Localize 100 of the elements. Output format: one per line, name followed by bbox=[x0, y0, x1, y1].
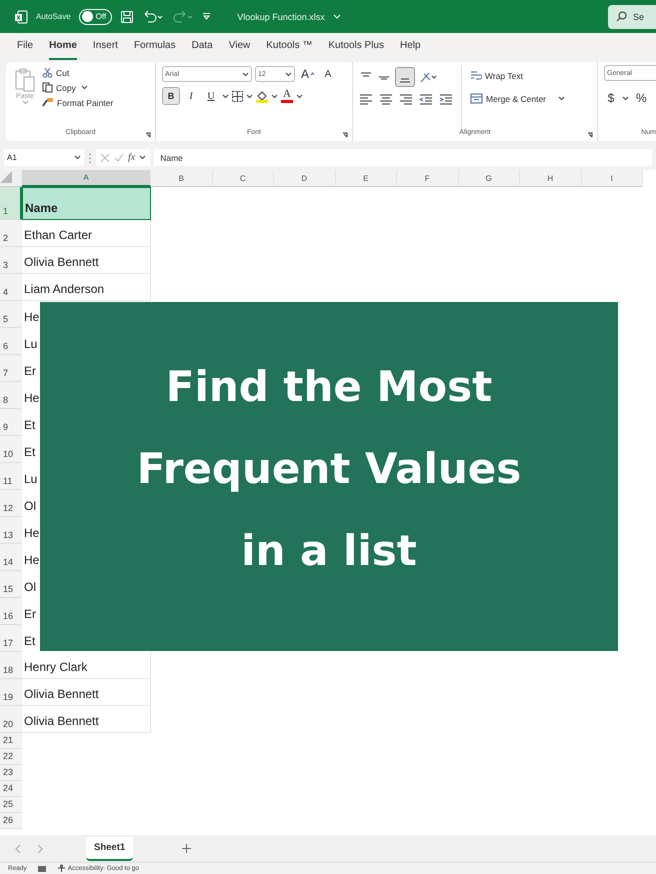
dialog-launcher-icon[interactable] bbox=[145, 132, 151, 138]
row-header[interactable]: 20 bbox=[0, 706, 22, 733]
table-cell[interactable]: Olivia Bennett bbox=[22, 706, 151, 733]
table-cell[interactable]: Er bbox=[24, 607, 36, 621]
file-name[interactable]: Vlookup Function.xlsx bbox=[237, 12, 325, 22]
row-header[interactable]: 12 bbox=[0, 490, 22, 517]
format-painter-button[interactable]: Format Painter bbox=[42, 97, 114, 108]
table-cell[interactable]: Lu bbox=[24, 472, 38, 486]
table-cell[interactable]: Name bbox=[22, 187, 151, 220]
decrease-indent-icon[interactable] bbox=[419, 93, 433, 105]
dropdown-caret-icon[interactable] bbox=[74, 155, 81, 160]
table-cell[interactable]: Olivia Bennett bbox=[22, 247, 151, 274]
column-header[interactable]: F bbox=[397, 170, 458, 187]
caret-icon[interactable] bbox=[558, 96, 565, 101]
merge-center-button[interactable]: Merge & Center bbox=[470, 93, 546, 104]
menu-tab[interactable]: Kutools ™ bbox=[266, 33, 320, 60]
row-header[interactable]: 21 bbox=[0, 733, 22, 749]
row-header[interactable]: 11 bbox=[0, 463, 22, 490]
column-header[interactable]: D bbox=[274, 170, 336, 187]
menu-tab[interactable]: Data bbox=[192, 33, 221, 60]
caret-icon[interactable] bbox=[622, 96, 629, 100]
increase-indent-icon[interactable] bbox=[439, 93, 453, 105]
name-box[interactable]: A1 bbox=[4, 149, 84, 166]
paintbrush-icon[interactable] bbox=[42, 97, 54, 108]
row-header[interactable]: 22 bbox=[0, 749, 22, 765]
formula-field[interactable]: Name bbox=[154, 149, 652, 166]
menu-tab[interactable]: File bbox=[17, 33, 42, 60]
table-cell[interactable]: He bbox=[24, 310, 40, 324]
table-cell[interactable]: Lu bbox=[24, 337, 38, 351]
table-cell[interactable]: He bbox=[24, 553, 40, 567]
bold-button[interactable]: B bbox=[162, 87, 180, 105]
row-header[interactable]: 5 bbox=[0, 301, 22, 328]
caret-icon[interactable] bbox=[80, 85, 88, 90]
row-header[interactable]: 14 bbox=[0, 544, 22, 571]
column-header[interactable]: H bbox=[520, 170, 582, 187]
table-cell[interactable]: Et bbox=[24, 445, 36, 459]
row-header[interactable]: 1 bbox=[0, 187, 22, 220]
undo-icon[interactable] bbox=[142, 10, 164, 24]
table-cell[interactable]: Er bbox=[24, 364, 36, 378]
row-header[interactable]: 6 bbox=[0, 328, 22, 355]
percent-button[interactable]: % bbox=[633, 89, 650, 107]
customize-toolbar-icon[interactable] bbox=[202, 12, 212, 21]
column-header[interactable]: E bbox=[336, 170, 397, 187]
row-header[interactable]: 25 bbox=[0, 797, 22, 813]
table-cell[interactable]: Et bbox=[24, 418, 36, 432]
wrap-text-icon[interactable] bbox=[470, 70, 482, 81]
underline-button[interactable]: U bbox=[202, 87, 220, 105]
borders-icon[interactable] bbox=[231, 90, 244, 102]
wrap-text-button[interactable]: Wrap Text bbox=[470, 70, 565, 81]
column-header[interactable]: A bbox=[22, 170, 151, 187]
row-header[interactable]: 23 bbox=[0, 765, 22, 781]
menu-tab[interactable]: Help bbox=[400, 33, 429, 60]
align-right-icon[interactable] bbox=[399, 93, 413, 105]
italic-button[interactable]: I bbox=[182, 87, 200, 105]
sheet-tab[interactable]: Sheet1 bbox=[86, 836, 134, 860]
caret-icon[interactable] bbox=[222, 94, 229, 98]
caret-icon[interactable] bbox=[271, 94, 278, 98]
row-header[interactable]: 15 bbox=[0, 571, 22, 598]
row-header[interactable]: 17 bbox=[0, 625, 22, 652]
dropdown-caret-icon[interactable] bbox=[242, 72, 249, 76]
table-cell[interactable]: Ethan Carter bbox=[22, 220, 151, 247]
chevron-down-icon[interactable] bbox=[332, 14, 341, 19]
up-caret-icon[interactable] bbox=[310, 72, 316, 76]
menu-tab[interactable]: Formulas bbox=[134, 33, 184, 60]
row-header[interactable]: 2 bbox=[0, 220, 22, 247]
search-icon[interactable] bbox=[616, 11, 627, 22]
row-header[interactable]: 3 bbox=[0, 247, 22, 274]
cut-button[interactable]: Cut bbox=[42, 67, 114, 78]
caret-icon[interactable] bbox=[139, 155, 146, 160]
font-color-button[interactable]: A bbox=[280, 87, 294, 105]
row-header[interactable]: 4 bbox=[0, 274, 22, 301]
autosave-toggle[interactable]: Off bbox=[78, 8, 112, 24]
row-header[interactable]: 7 bbox=[0, 355, 22, 382]
row-header[interactable]: 26 bbox=[0, 813, 22, 829]
table-cell[interactable]: Liam Anderson bbox=[22, 274, 151, 301]
table-cell[interactable]: He bbox=[24, 526, 40, 540]
caret-icon[interactable] bbox=[246, 94, 253, 98]
copy-icon[interactable] bbox=[42, 82, 53, 93]
column-header[interactable]: B bbox=[151, 170, 212, 187]
menu-tab[interactable]: Kutools Plus bbox=[328, 33, 392, 60]
dialog-launcher-icon[interactable] bbox=[342, 132, 348, 138]
align-left-icon[interactable] bbox=[359, 93, 373, 105]
table-cell[interactable]: He bbox=[24, 391, 40, 405]
dropdown-caret-icon[interactable] bbox=[285, 72, 292, 76]
table-cell[interactable]: Et bbox=[24, 634, 36, 648]
accessibility-icon[interactable] bbox=[56, 864, 66, 873]
grow-font-button[interactable]: A bbox=[298, 65, 318, 83]
add-sheet-icon[interactable] bbox=[181, 843, 192, 854]
table-cell[interactable]: Olivia Bennett bbox=[22, 679, 151, 706]
row-header[interactable]: 8 bbox=[0, 382, 22, 409]
shrink-font-button[interactable]: A bbox=[321, 65, 336, 83]
row-header[interactable]: 16 bbox=[0, 598, 22, 625]
copy-button[interactable]: Copy bbox=[42, 82, 76, 93]
row-header[interactable]: 9 bbox=[0, 409, 22, 436]
row-header[interactable]: 19 bbox=[0, 679, 22, 706]
scissors-icon[interactable] bbox=[42, 67, 53, 78]
excel-logo-icon[interactable] bbox=[14, 10, 28, 24]
menu-tab[interactable]: View bbox=[228, 33, 258, 60]
menu-tab[interactable]: Insert bbox=[92, 33, 126, 60]
dialog-launcher-icon[interactable] bbox=[587, 132, 593, 138]
